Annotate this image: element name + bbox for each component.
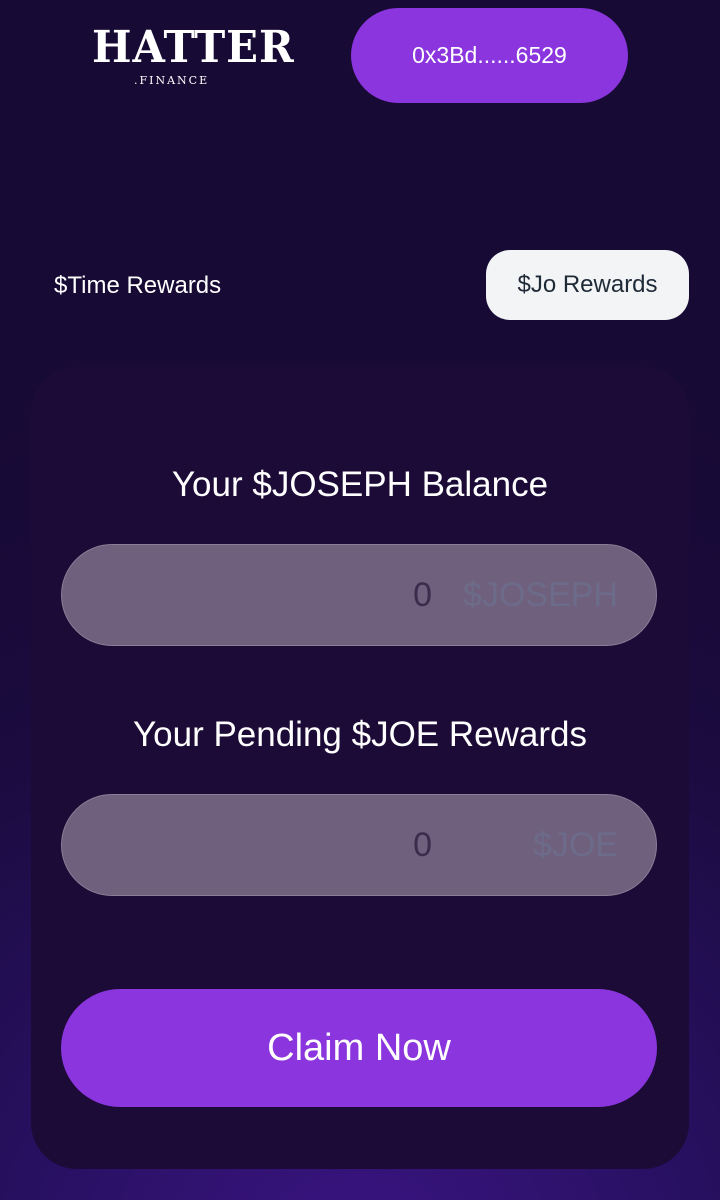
pending-value-input[interactable]	[62, 795, 432, 895]
pending-unit: $JOE	[532, 826, 618, 864]
balance-unit: $JOSEPH	[463, 576, 618, 614]
tab-time-rewards[interactable]: $Time Rewards	[54, 266, 221, 306]
logo-wordmark: HATTER	[92, 22, 295, 73]
pending-rewards-field: $JOE	[61, 794, 657, 896]
pending-rewards-label: Your Pending $JOE Rewards	[133, 715, 587, 754]
rewards-card: Your $JOSEPH Balance $JOSEPH Your Pendin…	[31, 367, 689, 1169]
tab-jo-rewards[interactable]: $Jo Rewards	[486, 250, 689, 320]
logo-subtitle: .FINANCE	[134, 74, 210, 87]
balance-label: Your $JOSEPH Balance	[171, 465, 549, 504]
balance-value-input[interactable]	[62, 545, 432, 645]
hatter-finance-logo: HATTER .FINANCE	[92, 22, 294, 92]
claim-now-button[interactable]: Claim Now	[61, 989, 657, 1107]
balance-field: $JOSEPH	[61, 544, 657, 646]
wallet-address-button[interactable]: 0x3Bd......6529	[351, 8, 628, 103]
